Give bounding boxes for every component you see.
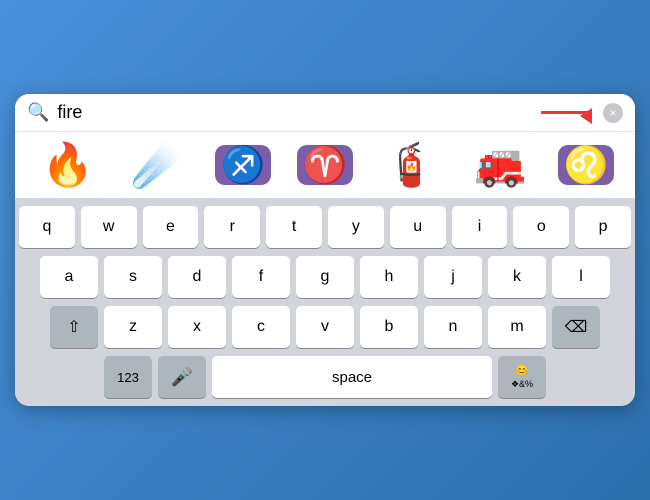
emoji-fire-truck[interactable]: 🚒 <box>468 142 532 188</box>
key-o[interactable]: o <box>513 206 569 248</box>
emoji-fire[interactable]: 🔥 <box>36 142 100 188</box>
emoji-aries[interactable]: ♈ <box>297 145 354 185</box>
emoji-leo[interactable]: ♌ <box>558 145 615 185</box>
clear-button[interactable]: × <box>603 103 623 123</box>
microphone-icon: 🎤 <box>171 367 193 388</box>
arrow-indicator <box>541 111 595 114</box>
emoji-fire-extinguisher[interactable]: 🧯 <box>379 142 443 188</box>
delete-key[interactable]: ⌫ <box>552 306 600 348</box>
key-i[interactable]: i <box>452 206 508 248</box>
key-b[interactable]: b <box>360 306 418 348</box>
key-s[interactable]: s <box>104 256 162 298</box>
key-p[interactable]: p <box>575 206 631 248</box>
emoji-sagittarius[interactable]: ♐ <box>215 145 272 185</box>
key-n[interactable]: n <box>424 306 482 348</box>
search-bar: 🔍 × <box>15 94 635 131</box>
key-c[interactable]: c <box>232 306 290 348</box>
emoji-comet[interactable]: ☄️ <box>125 142 189 188</box>
space-key[interactable]: space <box>212 356 492 398</box>
key-k[interactable]: k <box>488 256 546 298</box>
red-arrow-icon <box>541 111 591 114</box>
key-v[interactable]: v <box>296 306 354 348</box>
key-j[interactable]: j <box>424 256 482 298</box>
key-w[interactable]: w <box>81 206 137 248</box>
key-q[interactable]: q <box>19 206 75 248</box>
key-row-2: a s d f g h j k l <box>19 256 631 298</box>
search-input[interactable] <box>57 102 533 123</box>
numbers-key[interactable]: 123 <box>104 356 152 398</box>
key-d[interactable]: d <box>168 256 226 298</box>
key-g[interactable]: g <box>296 256 354 298</box>
emoji-key[interactable]: 😊 ❖&% <box>498 356 546 398</box>
shift-key[interactable]: ⇧ <box>50 306 98 348</box>
key-e[interactable]: e <box>143 206 199 248</box>
key-m[interactable]: m <box>488 306 546 348</box>
microphone-key[interactable]: 🎤 <box>158 356 206 398</box>
key-h[interactable]: h <box>360 256 418 298</box>
keyboard-area: q w e r t y u i o p a s d f g h j k l ⇧ <box>15 198 635 406</box>
shift-icon: ⇧ <box>67 317 80 337</box>
delete-icon: ⌫ <box>565 317 588 337</box>
key-x[interactable]: x <box>168 306 226 348</box>
key-y[interactable]: y <box>328 206 384 248</box>
search-icon: 🔍 <box>27 102 49 123</box>
key-row-3: ⇧ z x c v b n m ⌫ <box>19 306 631 348</box>
key-a[interactable]: a <box>40 256 98 298</box>
emoji-results-row: 🔥 ☄️ ♐ ♈ 🧯 🚒 ♌ <box>15 131 635 198</box>
key-f[interactable]: f <box>232 256 290 298</box>
keyboard-container: 🔍 × 🔥 ☄️ ♐ ♈ 🧯 🚒 ♌ q w e r t y u i o p <box>15 94 635 406</box>
bottom-row: 123 🎤 space 😊 ❖&% <box>19 356 631 398</box>
key-u[interactable]: u <box>390 206 446 248</box>
key-z[interactable]: z <box>104 306 162 348</box>
key-r[interactable]: r <box>204 206 260 248</box>
key-row-1: q w e r t y u i o p <box>19 206 631 248</box>
emoji-keyboard-icon: 😊 ❖&% <box>511 365 533 390</box>
key-l[interactable]: l <box>552 256 610 298</box>
key-t[interactable]: t <box>266 206 322 248</box>
